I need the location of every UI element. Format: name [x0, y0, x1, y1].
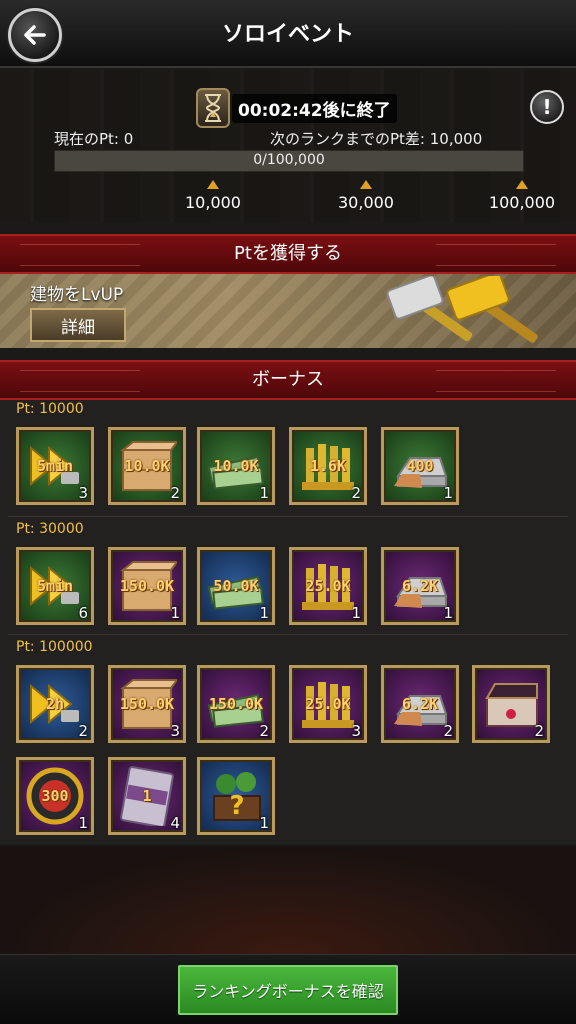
mystery-chest-icon: ?: [213, 772, 261, 821]
triangle-marker-icon: [516, 180, 528, 189]
next-rank-label: 次のランクまでのPt差:: [270, 130, 425, 148]
reward-amount: 400: [406, 457, 434, 475]
reward-count: 3: [78, 484, 88, 502]
triangle-marker-icon: [360, 180, 372, 189]
tier-divider: [8, 634, 568, 635]
reward-item[interactable]: 50.0K 1: [197, 547, 275, 625]
reward-item[interactable]: 150.0K 2: [197, 665, 275, 743]
reward-count: 2: [351, 484, 361, 502]
reward-item[interactable]: 400 1: [381, 427, 459, 505]
current-pt-label: 現在のPt:: [54, 130, 119, 148]
reward-count: 2: [78, 722, 88, 740]
tier-divider: [8, 516, 568, 517]
reward-count: 1: [259, 814, 269, 832]
reward-amount: 1.6K: [309, 457, 347, 475]
reward-count: 4: [170, 814, 180, 832]
reward-item[interactable]: 25.0K 3: [289, 665, 367, 743]
current-pt: 現在のPt: 0: [54, 128, 133, 149]
detail-button[interactable]: 詳細: [30, 308, 126, 342]
reward-amount: 150.0K: [119, 695, 175, 713]
next-rank-value: 10,000: [429, 130, 483, 148]
reward-item[interactable]: 2: [472, 665, 550, 743]
reward-item[interactable]: 1.6K 2: [289, 427, 367, 505]
reward-item[interactable]: 150.0K 3: [108, 665, 186, 743]
reward-count: 1: [443, 484, 453, 502]
reward-amount: 2h: [45, 695, 65, 713]
reward-item[interactable]: 25.0K 1: [289, 547, 367, 625]
reward-amount: 300: [41, 787, 69, 805]
reward-amount: 10.0K: [213, 457, 259, 475]
get-pt-task-row: 建物をLvUP 詳細: [0, 274, 576, 348]
reward-item[interactable]: 6.2K 2: [381, 665, 459, 743]
reward-amount: 150.0K: [119, 577, 175, 595]
footer-bar: ランキングボーナスを確認: [0, 954, 576, 1024]
reward-amount: 150.0K: [208, 695, 264, 713]
milestone-value: 100,000: [488, 193, 556, 212]
tier-label: Pt: 100000: [16, 639, 93, 655]
reward-amount: 25.0K: [305, 577, 351, 595]
reward-item[interactable]: ? 1: [197, 757, 275, 835]
task-label: 建物をLvUP: [30, 285, 124, 305]
bonus-list: Pt: 10000 5min 3 10.0K 2 10.0K 1 1.6K 2 400 1 Pt: 3…: [0, 400, 576, 844]
reward-count: 3: [351, 722, 361, 740]
triangle-marker-icon: [207, 180, 219, 189]
milestone-value: 30,000: [338, 193, 394, 212]
reward-count: 1: [351, 604, 361, 622]
event-status-panel: 00:02:42後に終了 ! 現在のPt: 0 次のランクまでのPt差: 10,…: [0, 70, 576, 222]
get-pt-banner: Ptを獲得する: [0, 234, 576, 274]
milestone-value: 10,000: [185, 193, 241, 212]
reward-item[interactable]: 14: [108, 757, 186, 835]
reward-item[interactable]: 150.0K 1: [108, 547, 186, 625]
reward-item[interactable]: 300 1: [16, 757, 94, 835]
tier-label: Pt: 30000: [16, 521, 84, 537]
reward-amount: 6.2K: [401, 695, 439, 713]
reward-count: 2: [443, 722, 453, 740]
reward-item[interactable]: 5min 6: [16, 547, 94, 625]
reward-item[interactable]: 2h 2: [16, 665, 94, 743]
current-pt-value: 0: [123, 130, 134, 148]
reward-count: 2: [534, 722, 544, 740]
tier-label: Pt: 10000: [16, 401, 84, 417]
reward-item[interactable]: 6.2K 1: [381, 547, 459, 625]
page-title: ソロイベント: [221, 22, 354, 47]
svg-text:?: ?: [229, 791, 244, 821]
hammers-icon: [386, 276, 538, 343]
milestone-1: 10,000: [168, 180, 258, 212]
event-timer: 00:02:42後に終了: [196, 88, 397, 128]
next-rank-diff: 次のランクまでのPt差: 10,000: [270, 128, 482, 149]
reward-count: 1: [170, 604, 180, 622]
reward-amount: 5min: [36, 577, 74, 595]
reward-item[interactable]: 10.0K 1: [197, 427, 275, 505]
decorative-background: [0, 846, 576, 954]
reward-amount: 25.0K: [305, 695, 351, 713]
progress-text: 0/100,000: [253, 152, 325, 168]
jewel-box-icon: [485, 683, 538, 727]
info-icon[interactable]: !: [530, 90, 564, 124]
reward-amount: 5min: [36, 457, 74, 475]
timer-text: 00:02:42後に終了: [232, 93, 397, 123]
reward-count: 1: [443, 604, 453, 622]
reward-count: 1: [259, 484, 269, 502]
header-bar: ソロイベント: [0, 0, 576, 68]
reward-count: 1: [78, 814, 88, 832]
reward-amount: 6.2K: [401, 577, 439, 595]
reward-item[interactable]: 5min 3: [16, 427, 94, 505]
reward-count: 1: [259, 604, 269, 622]
milestone-2: 30,000: [321, 180, 411, 212]
reward-count: 2: [259, 722, 269, 740]
reward-amount: 1: [142, 787, 152, 805]
hourglass-icon: [196, 88, 230, 128]
reward-amount: 10.0K: [124, 457, 170, 475]
reward-count: 3: [170, 722, 180, 740]
reward-item[interactable]: 10.0K 2: [108, 427, 186, 505]
reward-count: 6: [78, 604, 88, 622]
bonus-banner: ボーナス: [0, 360, 576, 400]
pt-progress-bar: 0/100,000: [54, 150, 524, 172]
reward-count: 2: [170, 484, 180, 502]
ranking-bonus-button[interactable]: ランキングボーナスを確認: [178, 965, 398, 1015]
reward-amount: 50.0K: [213, 577, 259, 595]
milestone-3: 100,000: [477, 180, 567, 212]
